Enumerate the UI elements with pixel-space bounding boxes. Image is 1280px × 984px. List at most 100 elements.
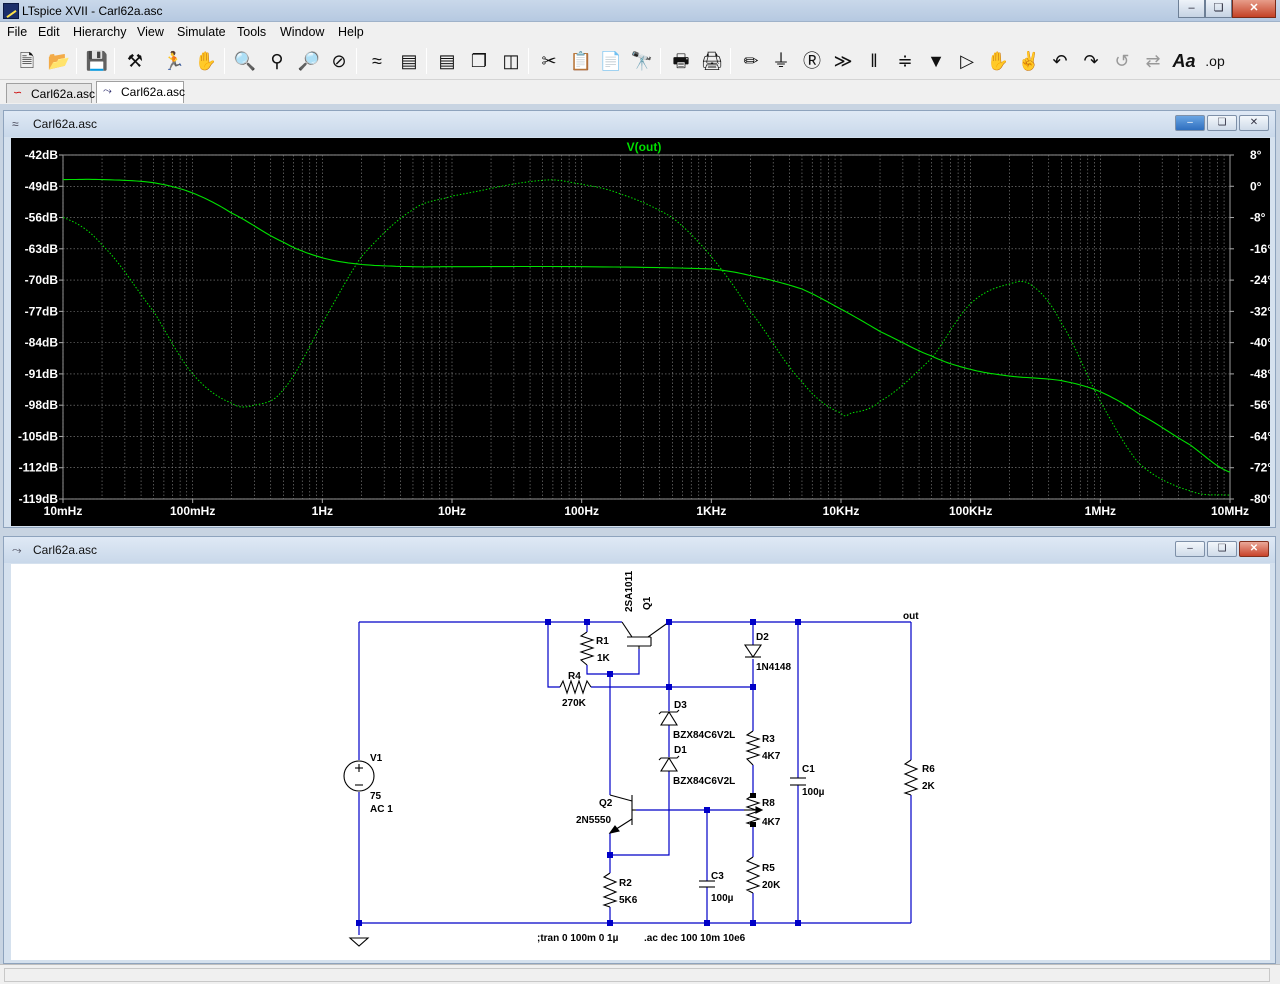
new-schematic-icon[interactable]: 🗎	[14, 48, 40, 74]
r6-resistor[interactable]	[903, 759, 919, 796]
menu-hierarchy[interactable]: Hierarchy	[73, 25, 127, 39]
text-icon[interactable]: Aa	[1171, 48, 1197, 74]
tab-schematic[interactable]: ⤳ Carl62a.asc	[96, 81, 186, 103]
resistor-icon[interactable]: ≫	[830, 48, 856, 74]
schematic-close-button[interactable]: ✕	[1239, 541, 1269, 557]
ground-symbol[interactable]	[348, 937, 370, 947]
y-tick-label: -42dB	[25, 148, 59, 162]
component-icon[interactable]: ▷	[954, 48, 980, 74]
redo-icon[interactable]: ↷	[1078, 48, 1104, 74]
cut-icon[interactable]: ✂	[536, 48, 562, 74]
maximize-button[interactable]: ❏	[1205, 0, 1232, 18]
halt-icon[interactable]: ✋	[193, 48, 219, 74]
d3-value-label: BZX84C6V2L	[673, 730, 735, 741]
c1-capacitor[interactable]	[790, 777, 806, 786]
mdi-area: ≈ Carl62a.asc – ❏ ✕ 10mHz 100mHz 1Hz 10Hz 10…	[0, 104, 1280, 964]
menu-file[interactable]: File	[7, 25, 27, 39]
zoom-pan-icon[interactable]: ⚲	[264, 48, 290, 74]
d3-zener[interactable]	[658, 709, 680, 726]
print-preview-icon[interactable]: 🖶	[668, 48, 694, 74]
close-button[interactable]: ✕	[1232, 0, 1276, 18]
menu-help[interactable]: Help	[338, 25, 364, 39]
menu-window[interactable]: Window	[280, 25, 324, 39]
menu-view[interactable]: View	[137, 25, 164, 39]
move-icon[interactable]: ✋	[985, 48, 1011, 74]
r2-resistor[interactable]	[602, 872, 618, 908]
save-icon[interactable]: 💾	[84, 48, 110, 74]
schematic-minimize-button[interactable]: –	[1175, 541, 1205, 557]
v1-ac-label: AC 1	[370, 804, 393, 815]
d2-diode[interactable]	[743, 644, 763, 658]
run-icon[interactable]: 🏃	[161, 48, 187, 74]
d1-zener[interactable]	[658, 755, 680, 772]
r5-value-label: 20K	[762, 880, 781, 891]
r3-resistor[interactable]	[745, 730, 761, 766]
waveform-plot[interactable]: 10mHz 100mHz 1Hz 10Hz 100Hz 1KHz 10KHz 100KHz 1M…	[11, 138, 1272, 526]
copy-icon[interactable]: 📋	[568, 48, 594, 74]
tab-schematic-label: Carl62a.asc	[121, 85, 186, 99]
v1-source[interactable]	[343, 760, 375, 792]
y2-tick-label: -16°	[1250, 242, 1270, 256]
control-panel-icon[interactable]: ⚒	[122, 48, 148, 74]
waveform-window: ≈ Carl62a.asc – ❏ ✕ 10mHz 100mHz 1Hz 10Hz 10…	[3, 110, 1276, 528]
ltspice-app-icon	[3, 3, 19, 19]
print-icon[interactable]: 🖨	[699, 48, 725, 74]
label-net-icon[interactable]: Ⓡ	[799, 48, 825, 74]
r5-resistor[interactable]	[745, 856, 761, 894]
tab-waveform[interactable]: ∽ Carl62a.asc	[6, 83, 95, 103]
x-tick-label: 100mHz	[170, 504, 215, 518]
magnitude-trace[interactable]	[63, 178, 1231, 473]
net-label-out[interactable]: out	[903, 611, 919, 622]
schematic-restore-button[interactable]: ❏	[1207, 541, 1237, 557]
r4-resistor[interactable]	[559, 679, 592, 695]
capacitor-icon[interactable]: ‖	[861, 48, 887, 74]
menu-tools[interactable]: Tools	[237, 25, 266, 39]
manual-limits-icon[interactable]: ▤	[396, 48, 422, 74]
trace-label[interactable]: V(out)	[627, 140, 662, 154]
cascade-icon[interactable]: ❐	[466, 48, 492, 74]
spice-directive-icon[interactable]: .op	[1202, 48, 1228, 74]
drag-icon[interactable]: ✌	[1016, 48, 1042, 74]
zoom-in-icon[interactable]: 🔍	[232, 48, 258, 74]
open-icon[interactable]: 📂	[46, 48, 72, 74]
x-tick-label: 10Hz	[438, 504, 466, 518]
y-tick-label: -56dB	[25, 211, 59, 225]
menu-edit[interactable]: Edit	[38, 25, 60, 39]
plot-frame	[62, 154, 1231, 500]
r8-potentiometer[interactable]	[744, 793, 764, 827]
waveform-close-button[interactable]: ✕	[1239, 115, 1269, 131]
waveform-icon: ≈	[12, 117, 19, 131]
d1-value-label: BZX84C6V2L	[673, 776, 735, 787]
tran-directive[interactable]: ;tran 0 100m 0 1µ	[537, 933, 619, 944]
inductor-icon[interactable]: ≑	[892, 48, 918, 74]
zoom-out-icon[interactable]: 🔎	[296, 48, 322, 74]
waveform-minimize-button[interactable]: –	[1175, 115, 1205, 131]
r1-name-label: R1	[596, 636, 609, 647]
find-icon[interactable]: 🔭	[629, 48, 655, 74]
y-tick-label: -63dB	[25, 242, 59, 256]
v1-name-label: V1	[370, 753, 383, 764]
ac-directive[interactable]: .ac dec 100 10m 10e6	[644, 933, 746, 944]
zoom-cancel-icon[interactable]: ⊘	[326, 48, 352, 74]
q2-transistor[interactable]	[608, 794, 636, 834]
phase-trace[interactable]	[62, 179, 1231, 496]
y2-tick-label: -72°	[1250, 461, 1270, 475]
q1-transistor[interactable]	[621, 621, 670, 649]
diode-icon[interactable]: ▼	[923, 48, 949, 74]
schematic-canvas[interactable]: 2SA1011 Q1 R1 1K R4 270K D2 1N4148 D3 BZ…	[11, 564, 1270, 960]
draw-wire-icon[interactable]: ✏	[738, 48, 764, 74]
minimize-button[interactable]: –	[1178, 0, 1205, 18]
autorange-icon[interactable]: ≈	[364, 48, 390, 74]
tile-vertical-icon[interactable]: ◫	[498, 48, 524, 74]
window-title: LTspice XVII - Carl62a.asc	[22, 4, 163, 18]
undo-icon[interactable]: ↶	[1047, 48, 1073, 74]
paste-icon[interactable]: 📄	[598, 48, 624, 74]
ground-icon[interactable]: ⏚	[768, 48, 794, 74]
tile-horizontal-icon[interactable]: ▤	[434, 48, 460, 74]
menu-simulate[interactable]: Simulate	[177, 25, 226, 39]
y2-tick-label: -40°	[1250, 336, 1270, 350]
waveform-restore-button[interactable]: ❏	[1207, 115, 1237, 131]
rotate-icon[interactable]: ↺	[1109, 48, 1135, 74]
r1-resistor[interactable]	[579, 631, 595, 666]
mirror-icon[interactable]: ⇄	[1140, 48, 1166, 74]
